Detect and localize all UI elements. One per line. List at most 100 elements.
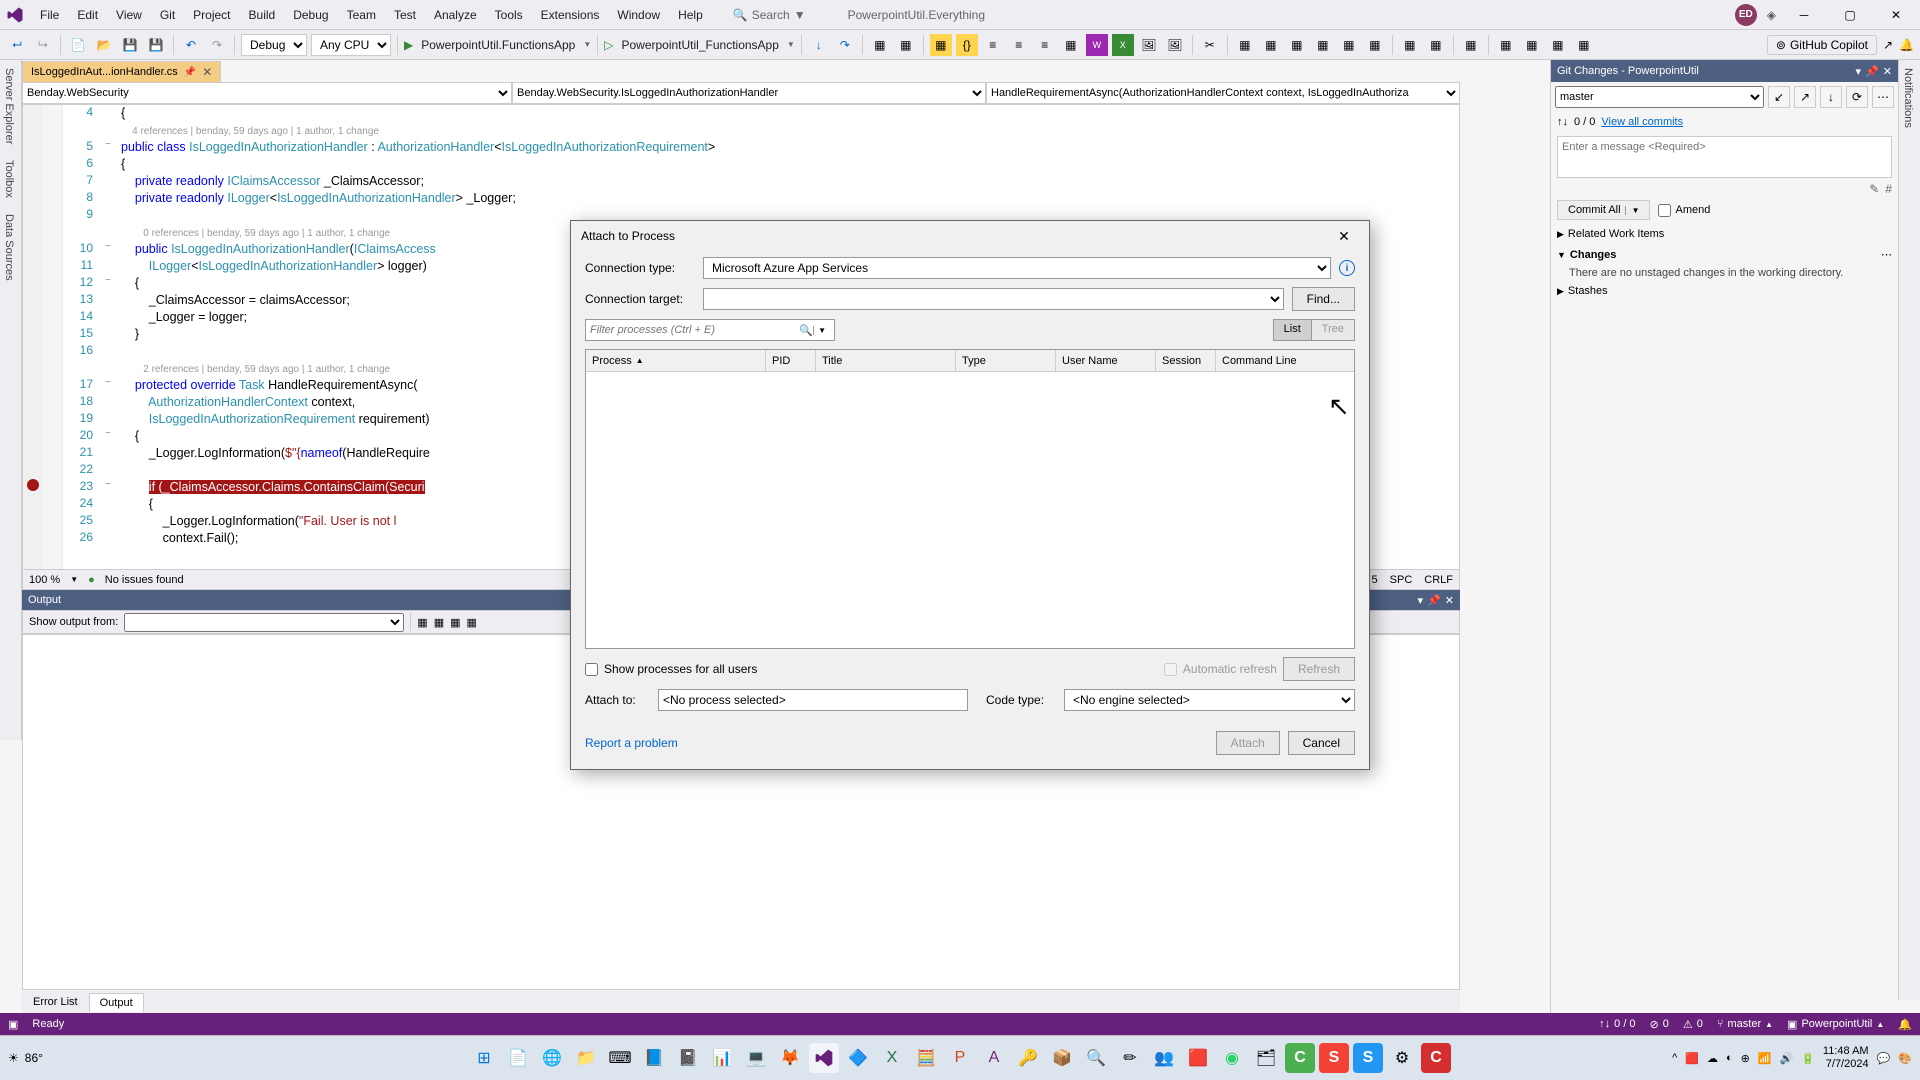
breakpoint-icon[interactable]	[27, 479, 39, 491]
undo-icon[interactable]: ↶	[180, 34, 202, 56]
tb-icon[interactable]: ▦	[1547, 34, 1569, 56]
tb-icon[interactable]: ▦	[1399, 34, 1421, 56]
weather-widget[interactable]: ☀ 86°	[8, 1051, 43, 1065]
chevron-down-icon[interactable]: ▼	[813, 326, 830, 335]
tray-icon[interactable]: ☁	[1707, 1052, 1718, 1065]
more-button[interactable]: ⋯	[1872, 86, 1894, 108]
tb-icon[interactable]: {}	[956, 34, 978, 56]
notification-icon[interactable]: 💬	[1877, 1052, 1891, 1065]
tb-icon[interactable]: ▦	[1425, 34, 1447, 56]
fold-gutter[interactable]: −−−−−−	[99, 105, 117, 569]
related-work-items-section[interactable]: ▶ Related Work Items	[1551, 224, 1898, 244]
stashes-section[interactable]: ▶ Stashes	[1551, 281, 1898, 301]
menu-file[interactable]: File	[32, 4, 67, 26]
menu-project[interactable]: Project	[185, 4, 238, 26]
output-source-dropdown[interactable]	[124, 613, 404, 632]
taskbar-app-icon[interactable]: 🟥	[1183, 1043, 1213, 1073]
taskbar-app-icon[interactable]: 📁	[571, 1043, 601, 1073]
menu-team[interactable]: Team	[339, 4, 384, 26]
tb-icon[interactable]: ▦	[1260, 34, 1282, 56]
tb-icon[interactable]: ▦	[1364, 34, 1386, 56]
volume-icon[interactable]: 🔊	[1780, 1052, 1794, 1065]
start-target-button[interactable]: PowerpointUtil.FunctionsApp	[417, 38, 579, 52]
find-button[interactable]: Find...	[1292, 287, 1355, 311]
tb-icon[interactable]: ▦	[1234, 34, 1256, 56]
taskbar-app-icon[interactable]: 🌐	[537, 1043, 567, 1073]
pin-icon[interactable]: 📌	[184, 67, 196, 78]
taskbar-app-icon[interactable]: 🔷	[843, 1043, 873, 1073]
connection-target-dropdown[interactable]	[703, 288, 1284, 310]
nav-back-icon[interactable]: ⮠	[6, 34, 28, 56]
redo-icon[interactable]: ↷	[206, 34, 228, 56]
close-tab-icon[interactable]: ✕	[202, 65, 212, 79]
changes-section[interactable]: ▼ Changes ⋯	[1551, 244, 1898, 265]
process-table[interactable]: Process▲ PID Title Type User Name Sessio…	[585, 349, 1355, 649]
taskbar-app-icon[interactable]: 🔍	[1081, 1043, 1111, 1073]
col-type[interactable]: Type	[956, 350, 1056, 371]
taskbar-app-icon[interactable]: C	[1421, 1043, 1451, 1073]
rail-notifications[interactable]: Notifications	[1899, 60, 1917, 136]
step-into-icon[interactable]: ↓	[808, 34, 830, 56]
col-session[interactable]: Session	[1156, 350, 1216, 371]
open-file-icon[interactable]: 📂	[93, 34, 115, 56]
copilot-tray-icon[interactable]: 🎨	[1898, 1052, 1912, 1065]
taskbar-app-icon[interactable]: ◉	[1217, 1043, 1247, 1073]
taskbar-app-icon[interactable]: 📦	[1047, 1043, 1077, 1073]
taskbar-app-icon[interactable]: A	[979, 1043, 1009, 1073]
report-problem-link[interactable]: Report a problem	[585, 736, 678, 750]
menu-analyze[interactable]: Analyze	[426, 4, 485, 26]
more-icon[interactable]: ⋯	[1881, 248, 1892, 261]
ai-icon[interactable]: ✎	[1869, 182, 1879, 196]
amend-checkbox[interactable]: Amend	[1658, 204, 1710, 217]
tray-icon[interactable]: ⊕	[1741, 1052, 1750, 1065]
minimize-button[interactable]: ─	[1786, 3, 1822, 27]
run-target-button[interactable]: PowerpointUtil_FunctionsApp	[617, 38, 782, 52]
tb-icon[interactable]: 🖼	[1138, 34, 1160, 56]
start-nodbg-icon[interactable]: ▷	[604, 38, 613, 52]
taskbar-app-icon[interactable]: 🔑	[1013, 1043, 1043, 1073]
breakpoint-gutter[interactable]	[23, 105, 43, 569]
close-icon[interactable]: ✕	[1883, 65, 1892, 78]
rail-toolbox[interactable]: Toolbox	[0, 152, 18, 206]
menu-debug[interactable]: Debug	[285, 4, 336, 26]
zoom-level[interactable]: 100 %	[29, 574, 60, 586]
copilot-diamond-icon[interactable]: ◈	[1767, 8, 1776, 22]
taskbar-app-icon[interactable]: ⌨	[605, 1043, 635, 1073]
nav-project-dropdown[interactable]: Benday.WebSecurity	[22, 82, 512, 104]
hash-icon[interactable]: #	[1885, 182, 1892, 196]
menu-extensions[interactable]: Extensions	[533, 4, 608, 26]
taskbar-vs-icon[interactable]	[809, 1043, 839, 1073]
view-all-commits-link[interactable]: View all commits	[1601, 116, 1683, 128]
tb-icon[interactable]: ▦	[869, 34, 891, 56]
tb-icon[interactable]: ▦	[895, 34, 917, 56]
pull-button[interactable]: ↗	[1794, 86, 1816, 108]
taskbar-app-icon[interactable]: S	[1319, 1043, 1349, 1073]
user-avatar[interactable]: ED	[1735, 4, 1757, 26]
cancel-button[interactable]: Cancel	[1288, 731, 1355, 755]
error-count[interactable]: ⊘0	[1650, 1018, 1669, 1031]
rail-server-explorer[interactable]: Server Explorer	[0, 60, 18, 152]
bell-icon[interactable]: 🔔	[1899, 38, 1914, 52]
show-all-users-checkbox[interactable]	[585, 663, 598, 676]
list-view-button[interactable]: List	[1274, 320, 1312, 340]
taskbar-app-icon[interactable]: 🗂	[1251, 1043, 1281, 1073]
nav-member-dropdown[interactable]: HandleRequirementAsync(AuthorizationHand…	[986, 82, 1460, 104]
tb-icon[interactable]: ▦	[1060, 34, 1082, 56]
fetch-button[interactable]: ↓	[1820, 86, 1842, 108]
tb-icon[interactable]: ▦	[1286, 34, 1308, 56]
platform-dropdown[interactable]: Any CPU	[311, 34, 391, 56]
start-debug-icon[interactable]: ▶	[404, 38, 413, 52]
indent-mode[interactable]: SPC	[1390, 574, 1413, 586]
pin-icon[interactable]: 📌	[1427, 594, 1441, 607]
taskbar-app-icon[interactable]: 🦊	[775, 1043, 805, 1073]
share-icon[interactable]: ↗	[1883, 38, 1893, 52]
taskbar-app-icon[interactable]: P	[945, 1043, 975, 1073]
tb-icon[interactable]: ▦	[450, 616, 460, 629]
maximize-button[interactable]: ▢	[1832, 3, 1868, 27]
col-process[interactable]: Process▲	[586, 350, 766, 371]
step-over-icon[interactable]: ↷	[834, 34, 856, 56]
taskbar-app-icon[interactable]: 📊	[707, 1043, 737, 1073]
search-box[interactable]: 🔍 Search ▼	[733, 8, 806, 22]
bell-icon[interactable]: 🔔	[1898, 1018, 1912, 1031]
tb-icon[interactable]: ≡	[1034, 34, 1056, 56]
